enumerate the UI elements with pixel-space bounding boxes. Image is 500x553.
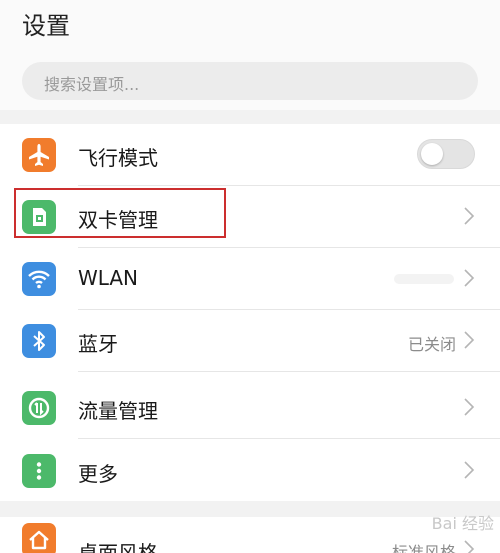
desktop-style-value: 标准风格 bbox=[391, 543, 456, 553]
row-bluetooth[interactable]: 蓝牙 已关闭 bbox=[0, 310, 500, 372]
search-input[interactable]: 搜索设置项... bbox=[22, 62, 478, 100]
page-title: 设置 bbox=[22, 12, 70, 40]
divider bbox=[78, 438, 500, 439]
row-desktop-style[interactable]: 桌面风格 标准风格 bbox=[0, 517, 500, 553]
label-desktop-style: 桌面风格 bbox=[78, 541, 158, 553]
airplane-icon bbox=[22, 138, 56, 172]
toggle-knob bbox=[421, 143, 443, 165]
home-icon bbox=[22, 523, 56, 553]
top-bar: 设置 搜索设置项... bbox=[0, 0, 500, 110]
highlight-box bbox=[14, 188, 226, 238]
more-icon bbox=[22, 454, 56, 488]
row-wlan[interactable]: WLAN bbox=[0, 248, 500, 310]
chevron-right-icon bbox=[463, 539, 475, 553]
label-airplane-mode: 飞行模式 bbox=[78, 146, 158, 170]
row-data-usage[interactable]: 流量管理 bbox=[0, 377, 500, 439]
row-more[interactable]: 更多 bbox=[0, 440, 500, 502]
label-wlan: WLAN bbox=[78, 266, 139, 290]
settings-group-network: 飞行模式 双卡管理 WLAN 蓝牙 已关闭 流量管理 更多 bbox=[0, 124, 500, 501]
settings-group-display: 桌面风格 标准风格 bbox=[0, 517, 500, 553]
bluetooth-status: 已关闭 bbox=[407, 335, 456, 354]
hidden-network-name bbox=[394, 274, 454, 284]
label-more: 更多 bbox=[78, 462, 118, 486]
chevron-right-icon bbox=[463, 206, 475, 226]
divider bbox=[78, 371, 500, 372]
label-bluetooth: 蓝牙 bbox=[78, 332, 118, 356]
data-usage-icon bbox=[22, 391, 56, 425]
wifi-icon bbox=[22, 262, 56, 296]
chevron-right-icon bbox=[463, 397, 475, 417]
row-airplane-mode[interactable]: 飞行模式 bbox=[0, 124, 500, 186]
search-placeholder: 搜索设置项... bbox=[44, 75, 140, 94]
bluetooth-icon bbox=[22, 324, 56, 358]
chevron-right-icon bbox=[463, 330, 475, 350]
chevron-right-icon bbox=[463, 460, 475, 480]
airplane-mode-toggle[interactable] bbox=[417, 139, 475, 169]
label-data-usage: 流量管理 bbox=[78, 399, 158, 423]
chevron-right-icon bbox=[463, 268, 475, 288]
watermark: Bai 经验 bbox=[431, 514, 494, 533]
